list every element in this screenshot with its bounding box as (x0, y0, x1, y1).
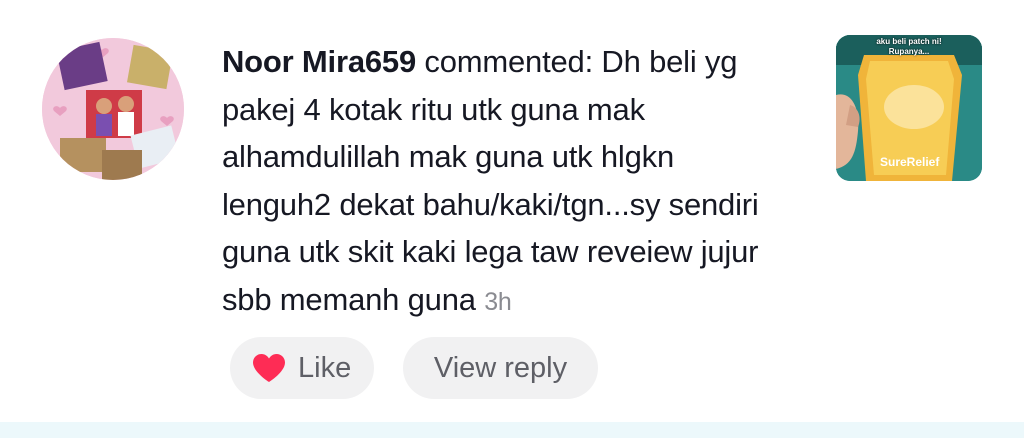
like-button[interactable]: Like (230, 337, 374, 399)
view-reply-button[interactable]: View reply (403, 337, 598, 399)
commenter-username[interactable]: Noor Mira659 (222, 44, 416, 79)
thumbnail-caption: aku beli patch ni! Rupanya... (876, 37, 942, 56)
commenter-avatar[interactable] (42, 38, 184, 180)
comment-text: Dh beli yg pakej 4 kotak ritu utk guna m… (222, 44, 759, 317)
thumbnail-product-label: SureRelief (880, 155, 940, 169)
bottom-divider (0, 422, 1024, 438)
like-label: Like (298, 351, 352, 384)
view-reply-label: View reply (433, 351, 568, 384)
comment-body: Noor Mira659 commented: Dh beli yg pakej… (222, 38, 782, 326)
comment-verb: commented: (424, 44, 593, 79)
heart-icon (252, 353, 286, 383)
video-thumbnail[interactable]: aku beli patch ni! Rupanya... SureRelief (836, 35, 982, 181)
comment-timestamp: 3h (484, 287, 512, 316)
